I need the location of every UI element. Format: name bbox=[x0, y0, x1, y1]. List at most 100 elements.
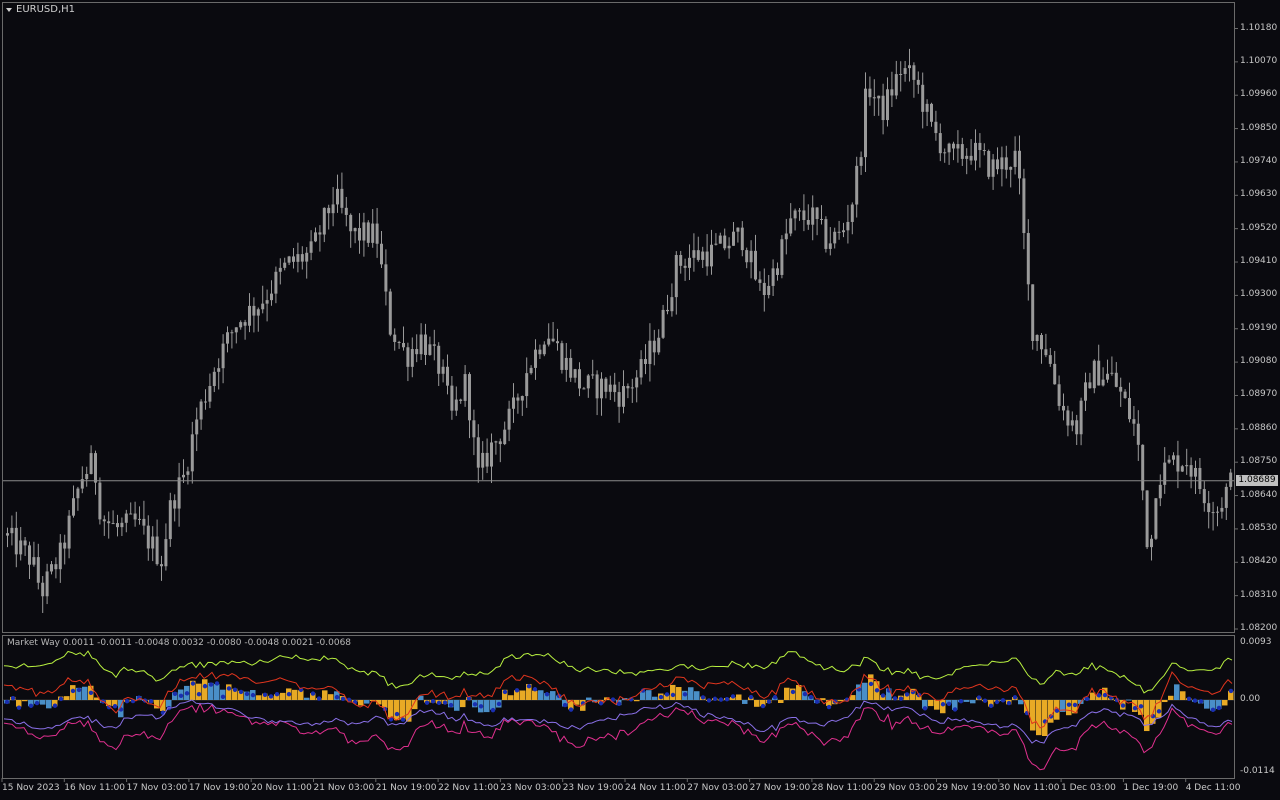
candle-body bbox=[314, 232, 317, 242]
indicator-dot bbox=[310, 691, 316, 696]
indicator-dot bbox=[178, 693, 184, 699]
candle-body bbox=[336, 188, 339, 205]
indicator-dot bbox=[658, 694, 664, 700]
candle-body bbox=[309, 241, 313, 253]
candle-body bbox=[63, 542, 67, 549]
candle-body bbox=[789, 218, 793, 234]
candle-body bbox=[177, 477, 181, 509]
candle-body bbox=[1141, 444, 1145, 491]
indicator-histogram-bar bbox=[364, 700, 370, 704]
candle-body bbox=[1018, 150, 1021, 179]
candle-body bbox=[714, 243, 718, 245]
candle-body bbox=[10, 527, 14, 534]
indicator-dot bbox=[52, 703, 58, 708]
indicator-dot bbox=[124, 698, 130, 704]
candle-body bbox=[208, 386, 212, 402]
candle-body bbox=[908, 65, 911, 69]
candle-body bbox=[1013, 150, 1017, 167]
candle-body bbox=[481, 452, 485, 468]
candle-body bbox=[1198, 467, 1202, 490]
candle-body bbox=[784, 233, 788, 240]
candle-body bbox=[397, 341, 401, 343]
indicator-histogram-bar bbox=[82, 686, 88, 700]
candle-body bbox=[67, 515, 71, 549]
candle-body bbox=[182, 474, 185, 478]
indicator-histogram-bar bbox=[928, 700, 934, 707]
indicator-dot bbox=[562, 702, 568, 708]
candle-body bbox=[1211, 512, 1215, 514]
indicator-dot bbox=[1138, 704, 1144, 709]
price-tick-label: 1.09410 bbox=[1240, 256, 1278, 267]
candle-body bbox=[94, 453, 97, 483]
time-tick-label: 21 Nov 03:00 bbox=[313, 783, 375, 793]
candle-body bbox=[454, 399, 458, 411]
candle-body bbox=[1110, 372, 1114, 374]
candle-body bbox=[1220, 507, 1224, 512]
candle-body bbox=[1092, 360, 1096, 389]
indicator-dot bbox=[502, 689, 508, 695]
indicator-histogram-bar bbox=[1018, 700, 1024, 705]
indicator-dot bbox=[112, 703, 118, 709]
indicator-dot bbox=[34, 700, 40, 706]
candle-body bbox=[195, 419, 199, 435]
indicator-tick-label: 0.00 bbox=[1240, 694, 1261, 704]
candle-body bbox=[98, 482, 102, 520]
candle-body bbox=[28, 545, 31, 565]
candle-body bbox=[727, 245, 731, 249]
candle-body bbox=[828, 243, 832, 249]
indicator-dot bbox=[214, 681, 220, 686]
time-tick-label: 23 Nov 03:00 bbox=[500, 783, 562, 793]
time-tick-label: 20 Nov 11:00 bbox=[251, 783, 312, 793]
candle-body bbox=[899, 73, 903, 75]
candle-body bbox=[375, 223, 379, 244]
indicator-dot bbox=[190, 681, 196, 686]
candle-body bbox=[996, 159, 999, 170]
indicator-dot bbox=[172, 691, 178, 696]
candle-body bbox=[556, 341, 559, 344]
candle-body bbox=[380, 243, 383, 265]
candle-body bbox=[393, 334, 397, 342]
price-chart[interactable] bbox=[0, 0, 1280, 800]
candle-body bbox=[437, 345, 441, 374]
indicator-dot bbox=[718, 697, 724, 702]
candle-body bbox=[23, 540, 27, 546]
candle-body bbox=[1053, 363, 1057, 385]
candle-body bbox=[666, 309, 669, 312]
indicator-dot bbox=[316, 696, 322, 701]
symbol-title[interactable]: EURUSD,H1 bbox=[16, 4, 75, 15]
candle-body bbox=[512, 397, 515, 409]
candle-body bbox=[243, 322, 247, 326]
indicator-dot bbox=[274, 692, 280, 697]
candle-body bbox=[89, 453, 93, 475]
candle-body bbox=[837, 231, 841, 233]
candle-body bbox=[622, 386, 625, 407]
candle-body bbox=[476, 437, 480, 468]
time-tick-label: 30 Nov 11:00 bbox=[998, 783, 1060, 793]
candle-body bbox=[503, 429, 507, 445]
price-tick-label: 1.09850 bbox=[1240, 122, 1278, 133]
indicator-dot bbox=[202, 683, 208, 689]
indicator-dot bbox=[892, 696, 898, 701]
candle-body bbox=[560, 343, 564, 370]
chart-root[interactable]: EURUSD,H1 Market Way 0.0011 -0.0011 -0.0… bbox=[0, 0, 1280, 800]
indicator-tick-label: 0.0093 bbox=[1240, 637, 1272, 647]
candle-body bbox=[366, 222, 370, 243]
candle-body bbox=[564, 357, 568, 370]
candle-body bbox=[1185, 465, 1189, 467]
indicator-histogram-bar bbox=[322, 690, 328, 700]
candle-body bbox=[446, 366, 449, 386]
candle-body bbox=[300, 254, 304, 262]
indicator-dot bbox=[682, 692, 688, 697]
candle-body bbox=[261, 303, 265, 310]
candle-body bbox=[872, 97, 876, 99]
candle-body bbox=[490, 442, 493, 467]
candle-body bbox=[120, 522, 124, 528]
indicator-histogram-bar bbox=[1162, 700, 1168, 703]
indicator-dot bbox=[808, 694, 814, 700]
candle-body bbox=[833, 231, 837, 244]
candle-body bbox=[265, 300, 269, 304]
indicator-dot bbox=[988, 703, 994, 709]
price-tick-label: 1.09190 bbox=[1240, 322, 1278, 333]
indicator-dot bbox=[268, 694, 274, 699]
candle-body bbox=[938, 133, 942, 154]
